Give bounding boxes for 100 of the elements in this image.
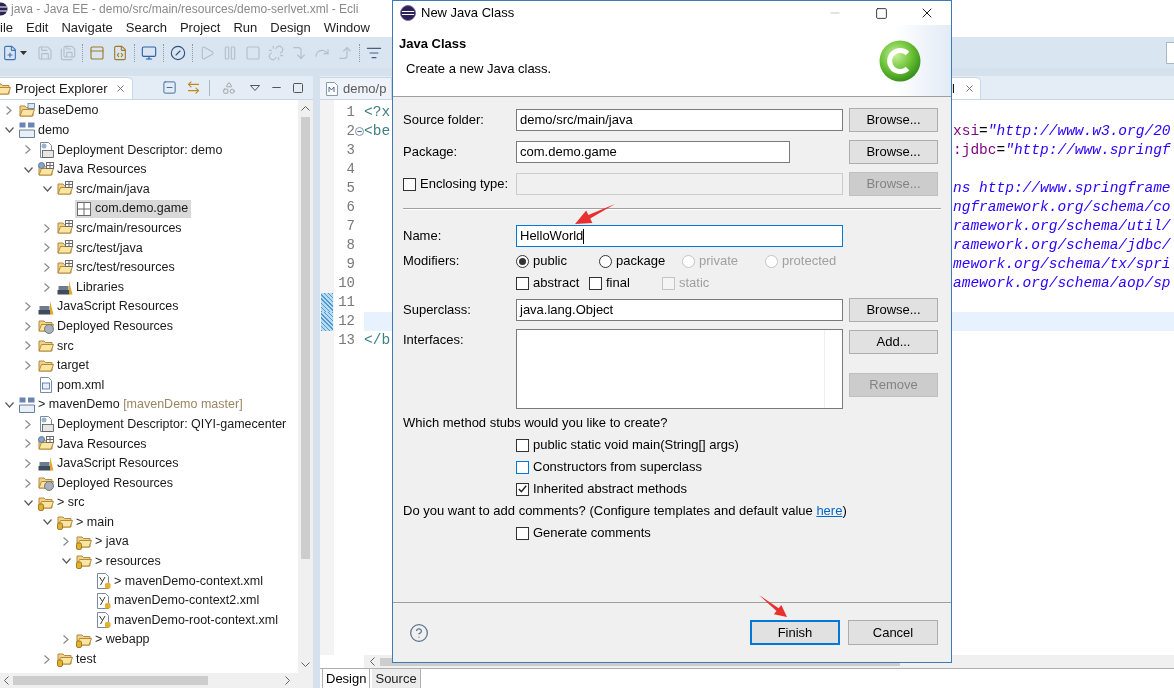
chevron-right-icon[interactable] — [44, 654, 50, 664]
slashed-circle-icon[interactable] — [169, 44, 186, 61]
chevron-right-icon[interactable] — [25, 419, 31, 429]
chevron-right-icon[interactable] — [25, 478, 31, 488]
scrollbar-thumb[interactable] — [13, 676, 208, 685]
chevron-right-icon[interactable] — [25, 321, 31, 331]
chevron-right-icon[interactable] — [25, 341, 31, 351]
interfaces-list[interactable] — [516, 329, 843, 409]
tree-item[interactable]: src/main/java — [56, 180, 153, 199]
tree-item[interactable]: > mavenDemo-context.xml — [94, 572, 266, 591]
checkbox[interactable] — [516, 526, 529, 540]
monitor-icon[interactable] — [140, 44, 157, 61]
tree-item[interactable]: > java — [75, 532, 132, 551]
tree-item[interactable]: src/test/java — [56, 238, 146, 257]
square-minus-icon[interactable] — [162, 80, 177, 95]
chevron-down-icon[interactable] — [4, 401, 14, 408]
chevron-down-icon[interactable] — [61, 558, 71, 565]
checkbox[interactable] — [589, 276, 602, 290]
menu-item[interactable]: Project — [179, 17, 221, 38]
chevron-right-icon[interactable] — [63, 635, 69, 645]
scrollbar-thumb[interactable] — [301, 117, 310, 559]
menu-item[interactable]: Window — [323, 17, 370, 38]
chevron-right-icon[interactable] — [25, 302, 31, 312]
panel-icon[interactable] — [88, 44, 105, 61]
maximize-icon[interactable] — [874, 6, 888, 20]
chevron-down-icon[interactable] — [4, 127, 14, 134]
chevron-right-icon[interactable] — [25, 439, 31, 449]
menu-item[interactable]: Run — [233, 17, 258, 38]
tree-item[interactable]: > resources — [75, 552, 164, 571]
tree-item[interactable]: Java Resources — [37, 160, 150, 179]
tree-item[interactable]: > mavenDemo [mavenDemo master] — [18, 395, 246, 414]
radio-button[interactable] — [599, 254, 612, 268]
chevron-down-icon[interactable] — [23, 166, 33, 173]
chevron-right-icon[interactable] — [63, 537, 69, 547]
radio-button[interactable] — [516, 254, 529, 268]
tree-item[interactable]: test — [56, 650, 100, 669]
chevron-down-icon[interactable] — [42, 186, 52, 193]
chevron-right-icon[interactable] — [25, 459, 31, 468]
menu-item[interactable]: Navigate — [61, 17, 113, 38]
file-code-icon[interactable] — [111, 44, 128, 61]
project-explorer-tab[interactable]: Project Explorer — [0, 77, 134, 99]
tree-item[interactable]: Java Resources — [37, 434, 150, 453]
browse-button[interactable]: Browse... — [849, 108, 938, 132]
tree-item[interactable]: Deployment Descriptor: QIYI-gamecenter — [37, 415, 290, 434]
tree-item[interactable]: baseDemo — [18, 101, 102, 120]
arrows-left-right-icon[interactable] — [186, 80, 201, 95]
checkbox[interactable] — [516, 276, 529, 290]
help-icon[interactable] — [409, 622, 429, 643]
chevron-right-icon[interactable] — [44, 263, 50, 273]
chevron-right-icon[interactable] — [6, 106, 12, 116]
tree-item[interactable]: com.demo.game — [75, 199, 192, 218]
tree-item[interactable]: > main — [56, 513, 117, 532]
chevron-right-icon[interactable] — [44, 282, 50, 292]
tree-item[interactable]: target — [37, 356, 92, 375]
page-tab[interactable]: Source — [372, 669, 421, 688]
configure-link[interactable]: here — [816, 503, 843, 519]
package-field[interactable]: com.demo.game — [516, 141, 790, 163]
menu-item[interactable]: Search — [125, 17, 167, 38]
scroll-right-icon[interactable] — [285, 676, 290, 685]
cancel-button[interactable]: Cancel — [848, 620, 938, 645]
caret-icon[interactable] — [20, 50, 27, 55]
tree-item[interactable]: JavaScript Resources — [37, 454, 182, 473]
browse-button[interactable]: Browse... — [849, 298, 938, 322]
tree-item[interactable]: mavenDemo-root-context.xml — [94, 611, 281, 630]
superclass-field[interactable]: java.lang.Object — [516, 299, 843, 321]
checkbox[interactable] — [516, 438, 529, 452]
chevron-down-icon[interactable] — [23, 499, 33, 506]
checkbox[interactable] — [516, 482, 529, 496]
chevron-right-icon[interactable] — [44, 243, 50, 253]
editor-tab[interactable]: l — [952, 77, 981, 99]
tree-item[interactable]: src — [37, 336, 77, 355]
chevron-down-icon[interactable] — [42, 519, 52, 526]
tree-item[interactable]: Deployed Resources — [37, 317, 177, 336]
minus-circle-icon[interactable] — [355, 127, 364, 136]
scroll-down-icon[interactable] — [301, 662, 310, 667]
chevron-right-icon[interactable] — [25, 361, 31, 370]
maximize-icon[interactable] — [292, 81, 304, 94]
tree-item[interactable]: demo — [18, 121, 73, 140]
finish-button[interactable]: Finish — [750, 620, 840, 645]
tree-item[interactable]: Libraries — [56, 278, 127, 297]
tree-item[interactable]: Deployed Resources — [37, 474, 177, 493]
new-file-icon[interactable] — [1, 44, 18, 61]
checkbox[interactable] — [516, 460, 529, 474]
tree-item[interactable]: src/test/resources — [56, 258, 178, 277]
quick-access-field[interactable] — [1166, 41, 1174, 64]
tree-item[interactable]: Deployment Descriptor: demo — [37, 141, 226, 159]
scroll-up-icon[interactable] — [301, 106, 310, 111]
browse-button[interactable]: Browse... — [849, 140, 938, 164]
vertical-scrollbar[interactable] — [298, 100, 313, 673]
name-field[interactable]: HelloWorld — [516, 225, 843, 247]
shapes-icon[interactable] — [222, 80, 236, 95]
tree-item[interactable]: src/main/resources — [56, 219, 185, 238]
tree-item[interactable]: > webapp — [75, 630, 153, 649]
editor-tab[interactable]: demo/p — [320, 77, 392, 99]
menu-item[interactable]: ile — [0, 17, 13, 38]
horizontal-scrollbar[interactable] — [0, 673, 313, 688]
scroll-left-icon[interactable] — [4, 676, 9, 685]
menu-item[interactable]: Edit — [26, 17, 49, 38]
page-tab[interactable]: Design — [322, 669, 371, 688]
scroll-left-icon[interactable] — [370, 657, 375, 666]
